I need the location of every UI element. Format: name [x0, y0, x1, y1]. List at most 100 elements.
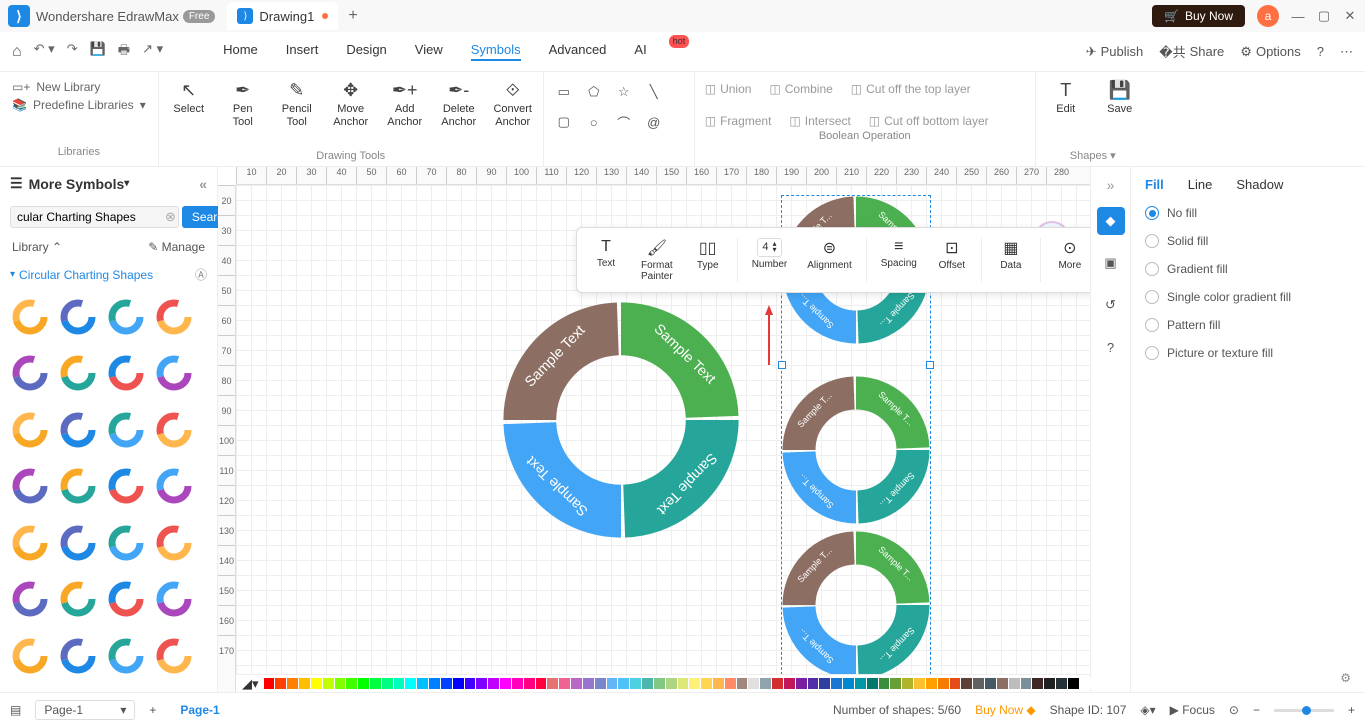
- cut-bottom-button[interactable]: ◫ Cut off bottom layer: [869, 114, 989, 128]
- symbol-search-input[interactable]: [10, 206, 179, 228]
- library-shape[interactable]: [154, 353, 194, 393]
- expand-rail-icon[interactable]: »: [1107, 177, 1115, 193]
- library-shape[interactable]: [10, 636, 50, 676]
- menu-symbols[interactable]: Symbols: [471, 42, 521, 61]
- color-swatch[interactable]: [264, 678, 275, 689]
- print-button[interactable]: 🖶: [118, 41, 130, 63]
- color-swatch[interactable]: [1080, 678, 1091, 689]
- ctx-text[interactable]: TText: [583, 234, 629, 286]
- color-swatch[interactable]: [914, 678, 925, 689]
- color-swatch[interactable]: [358, 678, 369, 689]
- color-swatch[interactable]: [855, 678, 866, 689]
- minimize-button[interactable]: —: [1291, 9, 1305, 24]
- library-shape[interactable]: [58, 297, 98, 337]
- color-swatch[interactable]: [394, 678, 405, 689]
- edit-text-tool[interactable]: TEdit: [1046, 80, 1086, 116]
- color-swatch[interactable]: [867, 678, 878, 689]
- library-shape[interactable]: [58, 466, 98, 506]
- library-shape[interactable]: [10, 466, 50, 506]
- more-symbols-header[interactable]: More Symbols: [29, 176, 125, 192]
- menu-design[interactable]: Design: [346, 42, 386, 61]
- library-shape[interactable]: [106, 297, 146, 337]
- color-swatch[interactable]: [961, 678, 972, 689]
- layers-icon[interactable]: ◈▾: [1140, 703, 1155, 717]
- color-swatch[interactable]: [890, 678, 901, 689]
- settings-icon[interactable]: ⚙: [1340, 671, 1351, 685]
- save-shape-tool[interactable]: 💾Save: [1100, 80, 1140, 116]
- fill-option[interactable]: Gradient fill: [1145, 262, 1351, 276]
- library-shape[interactable]: [154, 523, 194, 563]
- color-swatch[interactable]: [618, 678, 629, 689]
- library-shape[interactable]: [58, 523, 98, 563]
- union-button[interactable]: ◫ Union: [705, 82, 752, 96]
- ctx-spacing[interactable]: ≡Spacing: [873, 234, 925, 286]
- fragment-button[interactable]: ◫ Fragment: [705, 114, 772, 128]
- star-shape[interactable]: ☆: [614, 82, 634, 102]
- color-swatch[interactable]: [583, 678, 594, 689]
- add-anchor-tool[interactable]: ✒+Add Anchor: [385, 80, 425, 129]
- dropper-icon[interactable]: ◢▾: [242, 676, 259, 692]
- user-avatar[interactable]: a: [1257, 5, 1279, 27]
- text-size-icon[interactable]: Ⓐ: [195, 266, 207, 283]
- color-swatch[interactable]: [417, 678, 428, 689]
- maximize-button[interactable]: ▢: [1317, 8, 1331, 24]
- publish-button[interactable]: ✈ Publish: [1086, 44, 1144, 60]
- library-shape[interactable]: [58, 353, 98, 393]
- ctx-offset[interactable]: ⊡Offset: [929, 234, 975, 286]
- color-swatch[interactable]: [1056, 678, 1067, 689]
- library-shape[interactable]: [10, 353, 50, 393]
- fill-option[interactable]: Single color gradient fill: [1145, 290, 1351, 304]
- circle-shape[interactable]: ○: [584, 112, 604, 132]
- play-icon[interactable]: ⊙: [1229, 703, 1239, 717]
- color-swatch[interactable]: [429, 678, 440, 689]
- export-button[interactable]: ↗ ▾: [142, 41, 163, 63]
- predefine-libraries-button[interactable]: 📚 Predefine Libraries▾: [12, 98, 146, 112]
- ctx-alignment[interactable]: ⊜Alignment: [799, 234, 859, 286]
- new-tab-button[interactable]: +: [348, 7, 357, 25]
- color-swatch[interactable]: [405, 678, 416, 689]
- color-swatch[interactable]: [476, 678, 487, 689]
- props-tab-line[interactable]: Line: [1188, 177, 1213, 192]
- color-swatch[interactable]: [311, 678, 322, 689]
- color-swatch[interactable]: [488, 678, 499, 689]
- redo-button[interactable]: ↷: [67, 41, 78, 63]
- intersect-button[interactable]: ◫ Intersect: [789, 114, 850, 128]
- library-shape[interactable]: [106, 579, 146, 619]
- fill-option[interactable]: Pattern fill: [1145, 318, 1351, 332]
- ctx-more[interactable]: ⊙More: [1047, 234, 1090, 286]
- home-icon[interactable]: ⌂: [12, 43, 22, 61]
- color-swatch[interactable]: [500, 678, 511, 689]
- color-swatch[interactable]: [725, 678, 736, 689]
- library-shape[interactable]: [10, 297, 50, 337]
- color-swatch[interactable]: [536, 678, 547, 689]
- color-swatch[interactable]: [1021, 678, 1032, 689]
- convert-anchor-tool[interactable]: ⟐Convert Anchor: [493, 80, 533, 129]
- library-shape[interactable]: [106, 523, 146, 563]
- color-swatch[interactable]: [689, 678, 700, 689]
- fill-option[interactable]: Picture or texture fill: [1145, 346, 1351, 360]
- color-swatch[interactable]: [831, 678, 842, 689]
- focus-button[interactable]: ▶ Focus: [1170, 703, 1215, 717]
- document-tab[interactable]: ⟩ Drawing1: [227, 2, 338, 30]
- move-anchor-tool[interactable]: ✥Move Anchor: [331, 80, 371, 129]
- color-swatch[interactable]: [796, 678, 807, 689]
- menu-ai[interactable]: AIhot: [634, 42, 667, 61]
- select-tool[interactable]: ↖Select: [169, 80, 209, 116]
- ctx-data[interactable]: ▦Data: [988, 234, 1034, 286]
- color-swatch[interactable]: [950, 678, 961, 689]
- color-swatch[interactable]: [997, 678, 1008, 689]
- add-page-button[interactable]: +: [149, 703, 156, 717]
- zoom-in[interactable]: +: [1348, 703, 1355, 717]
- library-shape[interactable]: [10, 579, 50, 619]
- color-swatch[interactable]: [642, 678, 653, 689]
- color-swatch[interactable]: [760, 678, 771, 689]
- color-swatch[interactable]: [902, 678, 913, 689]
- arc-shape[interactable]: ⌒: [614, 112, 634, 132]
- color-swatch[interactable]: [512, 678, 523, 689]
- combine-button[interactable]: ◫ Combine: [769, 82, 832, 96]
- notifications-icon[interactable]: ?: [1317, 44, 1324, 59]
- delete-anchor-tool[interactable]: ✒-Delete Anchor: [439, 80, 479, 129]
- save-button[interactable]: 💾: [90, 41, 106, 63]
- color-swatch[interactable]: [441, 678, 452, 689]
- spiral-shape[interactable]: @: [644, 112, 664, 132]
